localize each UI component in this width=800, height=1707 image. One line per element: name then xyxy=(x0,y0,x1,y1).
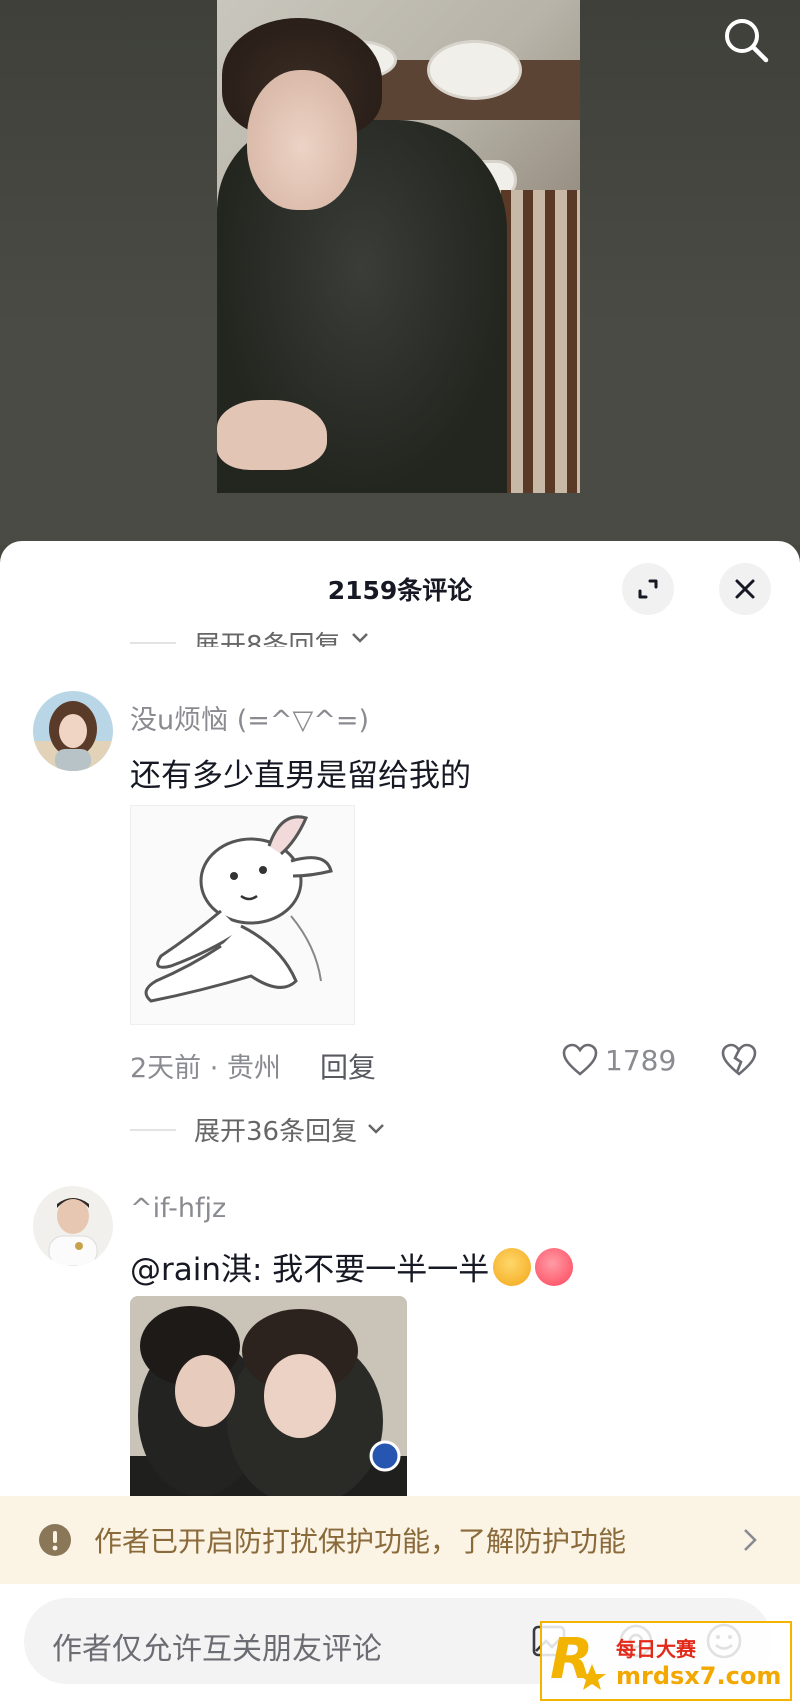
expand-replies-label: 展开36条回复 xyxy=(194,1117,358,1147)
comment-username[interactable]: ^if-hfjz xyxy=(130,1193,226,1224)
chevron-down-icon xyxy=(368,1123,384,1134)
comment-text-row: @rain淇: 我不要一半一半 xyxy=(130,1244,574,1289)
comment-photo-image[interactable] xyxy=(130,1296,407,1501)
video-background[interactable] xyxy=(0,0,800,545)
protection-notice-bar[interactable]: 作者已开启防打扰保护功能，了解防护功能 xyxy=(0,1496,800,1584)
avatar-image xyxy=(33,1186,113,1266)
heart-eyes-emoji-icon xyxy=(535,1248,574,1286)
warning-icon xyxy=(39,1524,71,1556)
broken-heart-icon xyxy=(721,1043,757,1076)
avatar[interactable] xyxy=(33,1186,113,1266)
expand-replies-label: 展开8条回复 xyxy=(194,630,341,648)
fullscreen-button[interactable] xyxy=(622,563,674,615)
chevron-down-icon xyxy=(351,633,368,643)
heart-icon xyxy=(562,1043,598,1076)
video-frame-photo xyxy=(217,0,580,493)
comment-sticker-image[interactable] xyxy=(130,805,355,1025)
close-icon xyxy=(735,579,755,599)
comment-username[interactable]: 没u烦恼 (=^▽^=) xyxy=(130,698,369,737)
comment-text: @rain淇: 我不要一半一半 xyxy=(130,1252,490,1288)
protection-notice-text: 作者已开启防打扰保护功能，了解防护功能 xyxy=(94,1525,627,1558)
like-count: 1789 xyxy=(605,1043,677,1077)
watermark-top-text: 每日大赛 xyxy=(616,1636,696,1661)
dislike-button[interactable] xyxy=(720,1041,758,1083)
expand-replies-row[interactable]: 展开36条回复 xyxy=(130,1111,387,1148)
comment-sheet: 2159条评论 展开8条回复 没u烦恼 (=^▽^=) 还有多少直男是留给我的 xyxy=(0,541,800,1707)
expand-icon xyxy=(638,579,658,599)
close-button[interactable] xyxy=(719,563,771,615)
comment-count-title: 2159条评论 xyxy=(327,576,473,605)
comment-time-location: 2天前 · 贵州 xyxy=(130,1053,281,1084)
watermark-logo-icon: R xyxy=(550,1627,606,1692)
avatar-image xyxy=(33,691,113,771)
rabbit-sticker xyxy=(131,806,354,1024)
divider-line xyxy=(130,1128,176,1131)
like-button[interactable]: 1789 xyxy=(561,1041,676,1079)
comment-text: 还有多少直男是留给我的 xyxy=(130,758,471,794)
photo-plate xyxy=(427,40,522,100)
two-people-photo xyxy=(130,1296,407,1501)
chevron-right-icon xyxy=(744,1529,757,1551)
search-icon xyxy=(725,19,769,63)
expand-replies-row[interactable]: 展开8条回复 xyxy=(130,611,371,647)
search-button[interactable] xyxy=(718,12,774,68)
photo-face xyxy=(247,70,357,210)
reply-button[interactable]: 回复 xyxy=(320,1046,376,1086)
divider-line xyxy=(130,642,176,644)
hug-emoji-icon xyxy=(493,1248,532,1286)
photo-hand xyxy=(217,400,327,470)
site-watermark: R 每日大赛 mrdsx7.com xyxy=(540,1621,792,1701)
avatar[interactable] xyxy=(33,691,113,771)
comment-input-placeholder: 作者仅允许互关朋友评论 xyxy=(52,1632,382,1667)
watermark-url-text: mrdsx7.com xyxy=(616,1661,782,1690)
